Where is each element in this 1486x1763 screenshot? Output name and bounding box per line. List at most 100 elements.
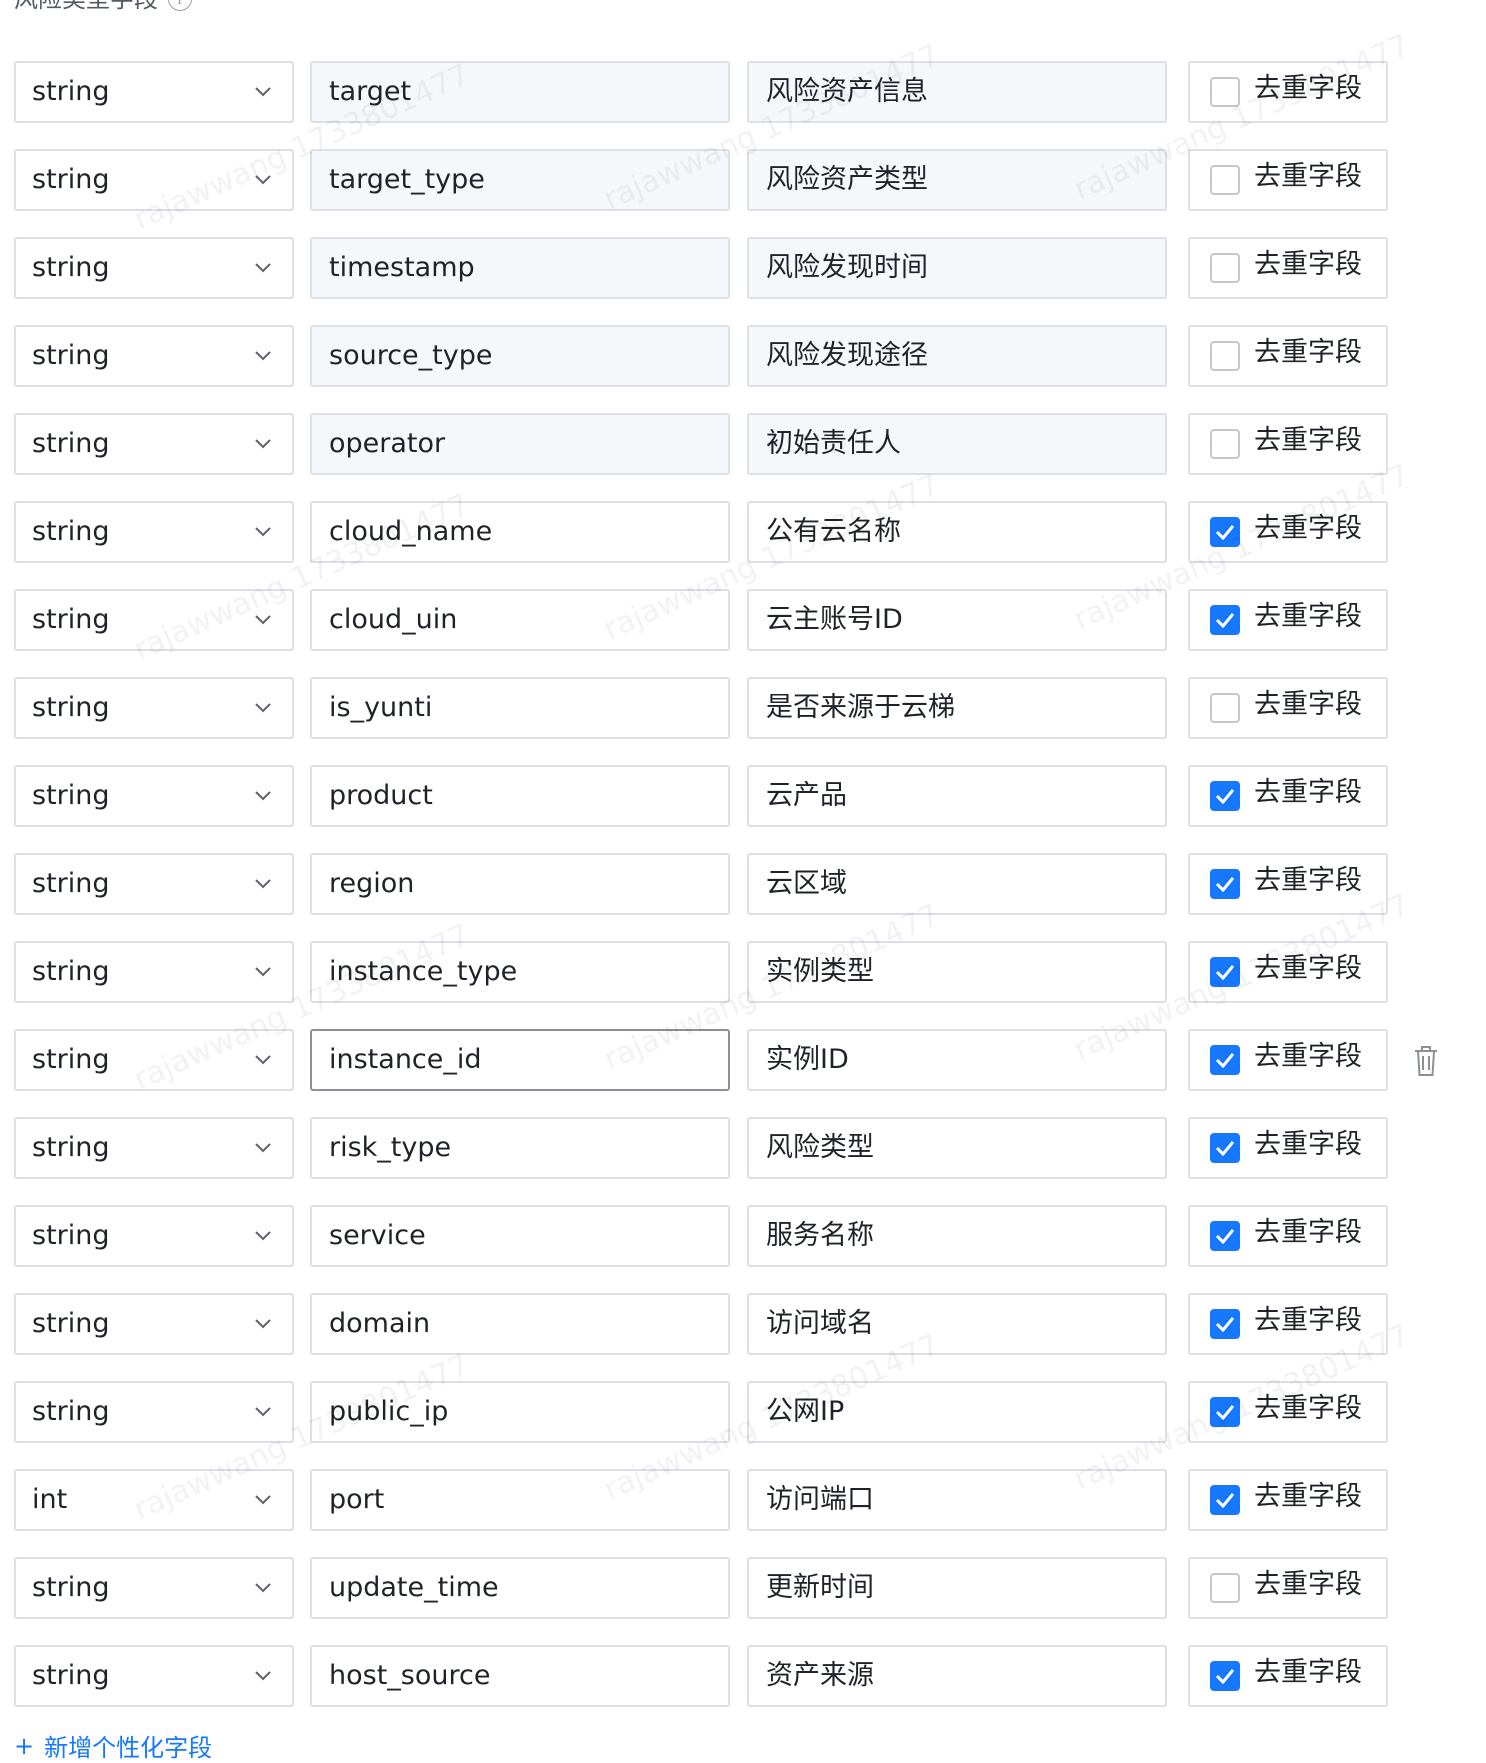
field-desc-input[interactable]: 资产来源 (747, 1645, 1167, 1707)
dedup-checkbox-wrapper[interactable]: 去重字段 (1188, 325, 1388, 387)
field-desc-input[interactable]: 访问域名 (747, 1293, 1167, 1355)
dedup-checkbox[interactable] (1210, 341, 1240, 371)
field-name-input[interactable]: target_type (310, 149, 730, 211)
type-select[interactable]: string (14, 413, 294, 475)
type-select[interactable]: string (14, 1645, 294, 1707)
dedup-checkbox[interactable] (1210, 1573, 1240, 1603)
dedup-checkbox[interactable] (1210, 1485, 1240, 1515)
type-select[interactable]: string (14, 237, 294, 299)
field-desc-input[interactable]: 公网IP (747, 1381, 1167, 1443)
type-select[interactable]: string (14, 1117, 294, 1179)
dedup-checkbox[interactable] (1210, 429, 1240, 459)
field-desc-input[interactable]: 实例类型 (747, 941, 1167, 1003)
field-desc-input[interactable]: 公有云名称 (747, 501, 1167, 563)
dedup-checkbox-wrapper[interactable]: 去重字段 (1188, 1029, 1388, 1091)
dedup-checkbox-wrapper[interactable]: 去重字段 (1188, 61, 1388, 123)
field-desc-input[interactable]: 更新时间 (747, 1557, 1167, 1619)
dedup-checkbox-wrapper[interactable]: 去重字段 (1188, 589, 1388, 651)
type-select[interactable]: int (14, 1469, 294, 1531)
field-name-input[interactable]: is_yunti (310, 677, 730, 739)
dedup-checkbox-wrapper[interactable]: 去重字段 (1188, 853, 1388, 915)
field-name-input[interactable]: update_time (310, 1557, 730, 1619)
field-name-input[interactable]: service (310, 1205, 730, 1267)
dedup-checkbox[interactable] (1210, 693, 1240, 723)
dedup-checkbox[interactable] (1210, 605, 1240, 635)
dedup-checkbox-wrapper[interactable]: 去重字段 (1188, 1117, 1388, 1179)
field-desc-input[interactable]: 风险发现时间 (747, 237, 1167, 299)
dedup-checkbox[interactable] (1210, 781, 1240, 811)
dedup-checkbox-wrapper[interactable]: 去重字段 (1188, 1381, 1388, 1443)
field-desc-input[interactable]: 风险资产信息 (747, 61, 1167, 123)
field-name-input[interactable]: host_source (310, 1645, 730, 1707)
field-desc-input[interactable]: 初始责任人 (747, 413, 1167, 475)
type-select[interactable]: string (14, 853, 294, 915)
field-name-input[interactable]: target (310, 61, 730, 123)
dedup-checkbox-wrapper[interactable]: 去重字段 (1188, 1557, 1388, 1619)
field-name-input[interactable]: domain (310, 1293, 730, 1355)
dedup-checkbox[interactable] (1210, 957, 1240, 987)
dedup-checkbox-wrapper[interactable]: 去重字段 (1188, 149, 1388, 211)
dedup-checkbox-wrapper[interactable]: 去重字段 (1188, 413, 1388, 475)
dedup-checkbox[interactable] (1210, 869, 1240, 899)
field-name-input[interactable]: cloud_name (310, 501, 730, 563)
type-select[interactable]: string (14, 765, 294, 827)
dedup-checkbox-wrapper[interactable]: 去重字段 (1188, 941, 1388, 1003)
field-desc-input[interactable]: 服务名称 (747, 1205, 1167, 1267)
dedup-checkbox-wrapper[interactable]: 去重字段 (1188, 1645, 1388, 1707)
field-desc-input[interactable]: 风险资产类型 (747, 149, 1167, 211)
dedup-checkbox-wrapper[interactable]: 去重字段 (1188, 1205, 1388, 1267)
dedup-checkbox[interactable] (1210, 165, 1240, 195)
type-select[interactable]: string (14, 1381, 294, 1443)
field-name-input[interactable]: risk_type (310, 1117, 730, 1179)
type-select[interactable]: string (14, 1557, 294, 1619)
trash-icon[interactable] (1412, 1044, 1440, 1078)
type-select[interactable]: string (14, 589, 294, 651)
dedup-checkbox-wrapper[interactable]: 去重字段 (1188, 237, 1388, 299)
field-desc-input[interactable]: 云区域 (747, 853, 1167, 915)
field-desc-input[interactable]: 云产品 (747, 765, 1167, 827)
dedup-checkbox[interactable] (1210, 517, 1240, 547)
dedup-checkbox[interactable] (1210, 1309, 1240, 1339)
dedup-checkbox-wrapper[interactable]: 去重字段 (1188, 501, 1388, 563)
field-name-input[interactable]: port (310, 1469, 730, 1531)
field-name-input[interactable]: source_type (310, 325, 730, 387)
field-name-input[interactable]: product (310, 765, 730, 827)
dedup-checkbox[interactable] (1210, 1045, 1240, 1075)
field-desc-input[interactable]: 是否来源于云梯 (747, 677, 1167, 739)
info-icon[interactable]: i (168, 0, 192, 11)
type-select[interactable]: string (14, 941, 294, 1003)
field-name-input[interactable]: instance_id (310, 1029, 730, 1091)
field-desc-input[interactable]: 风险发现途径 (747, 325, 1167, 387)
dedup-checkbox[interactable] (1210, 1661, 1240, 1691)
dedup-checkbox-wrapper[interactable]: 去重字段 (1188, 1293, 1388, 1355)
field-desc-input[interactable]: 云主账号ID (747, 589, 1167, 651)
dedup-checkbox[interactable] (1210, 77, 1240, 107)
dedup-checkbox-wrapper[interactable]: 去重字段 (1188, 765, 1388, 827)
field-desc-input[interactable]: 风险类型 (747, 1117, 1167, 1179)
field-name-input[interactable]: timestamp (310, 237, 730, 299)
field-name-input[interactable]: operator (310, 413, 730, 475)
check-icon (1215, 1669, 1235, 1684)
field-name-input[interactable]: instance_type (310, 941, 730, 1003)
type-select[interactable]: string (14, 1293, 294, 1355)
type-select[interactable]: string (14, 325, 294, 387)
dedup-checkbox-label: 去重字段 (1254, 73, 1362, 104)
field-name-input[interactable]: region (310, 853, 730, 915)
dedup-checkbox[interactable] (1210, 1397, 1240, 1427)
type-select[interactable]: string (14, 1205, 294, 1267)
type-select[interactable]: string (14, 61, 294, 123)
type-select[interactable]: string (14, 501, 294, 563)
dedup-checkbox[interactable] (1210, 253, 1240, 283)
dedup-checkbox-wrapper[interactable]: 去重字段 (1188, 1469, 1388, 1531)
dedup-checkbox[interactable] (1210, 1221, 1240, 1251)
field-name-input[interactable]: cloud_uin (310, 589, 730, 651)
field-desc-input[interactable]: 实例ID (747, 1029, 1167, 1091)
type-select-value: string (32, 604, 110, 635)
type-select[interactable]: string (14, 149, 294, 211)
type-select[interactable]: string (14, 1029, 294, 1091)
dedup-checkbox[interactable] (1210, 1133, 1240, 1163)
type-select[interactable]: string (14, 677, 294, 739)
dedup-checkbox-wrapper[interactable]: 去重字段 (1188, 677, 1388, 739)
field-desc-input[interactable]: 访问端口 (747, 1469, 1167, 1531)
field-name-input[interactable]: public_ip (310, 1381, 730, 1443)
